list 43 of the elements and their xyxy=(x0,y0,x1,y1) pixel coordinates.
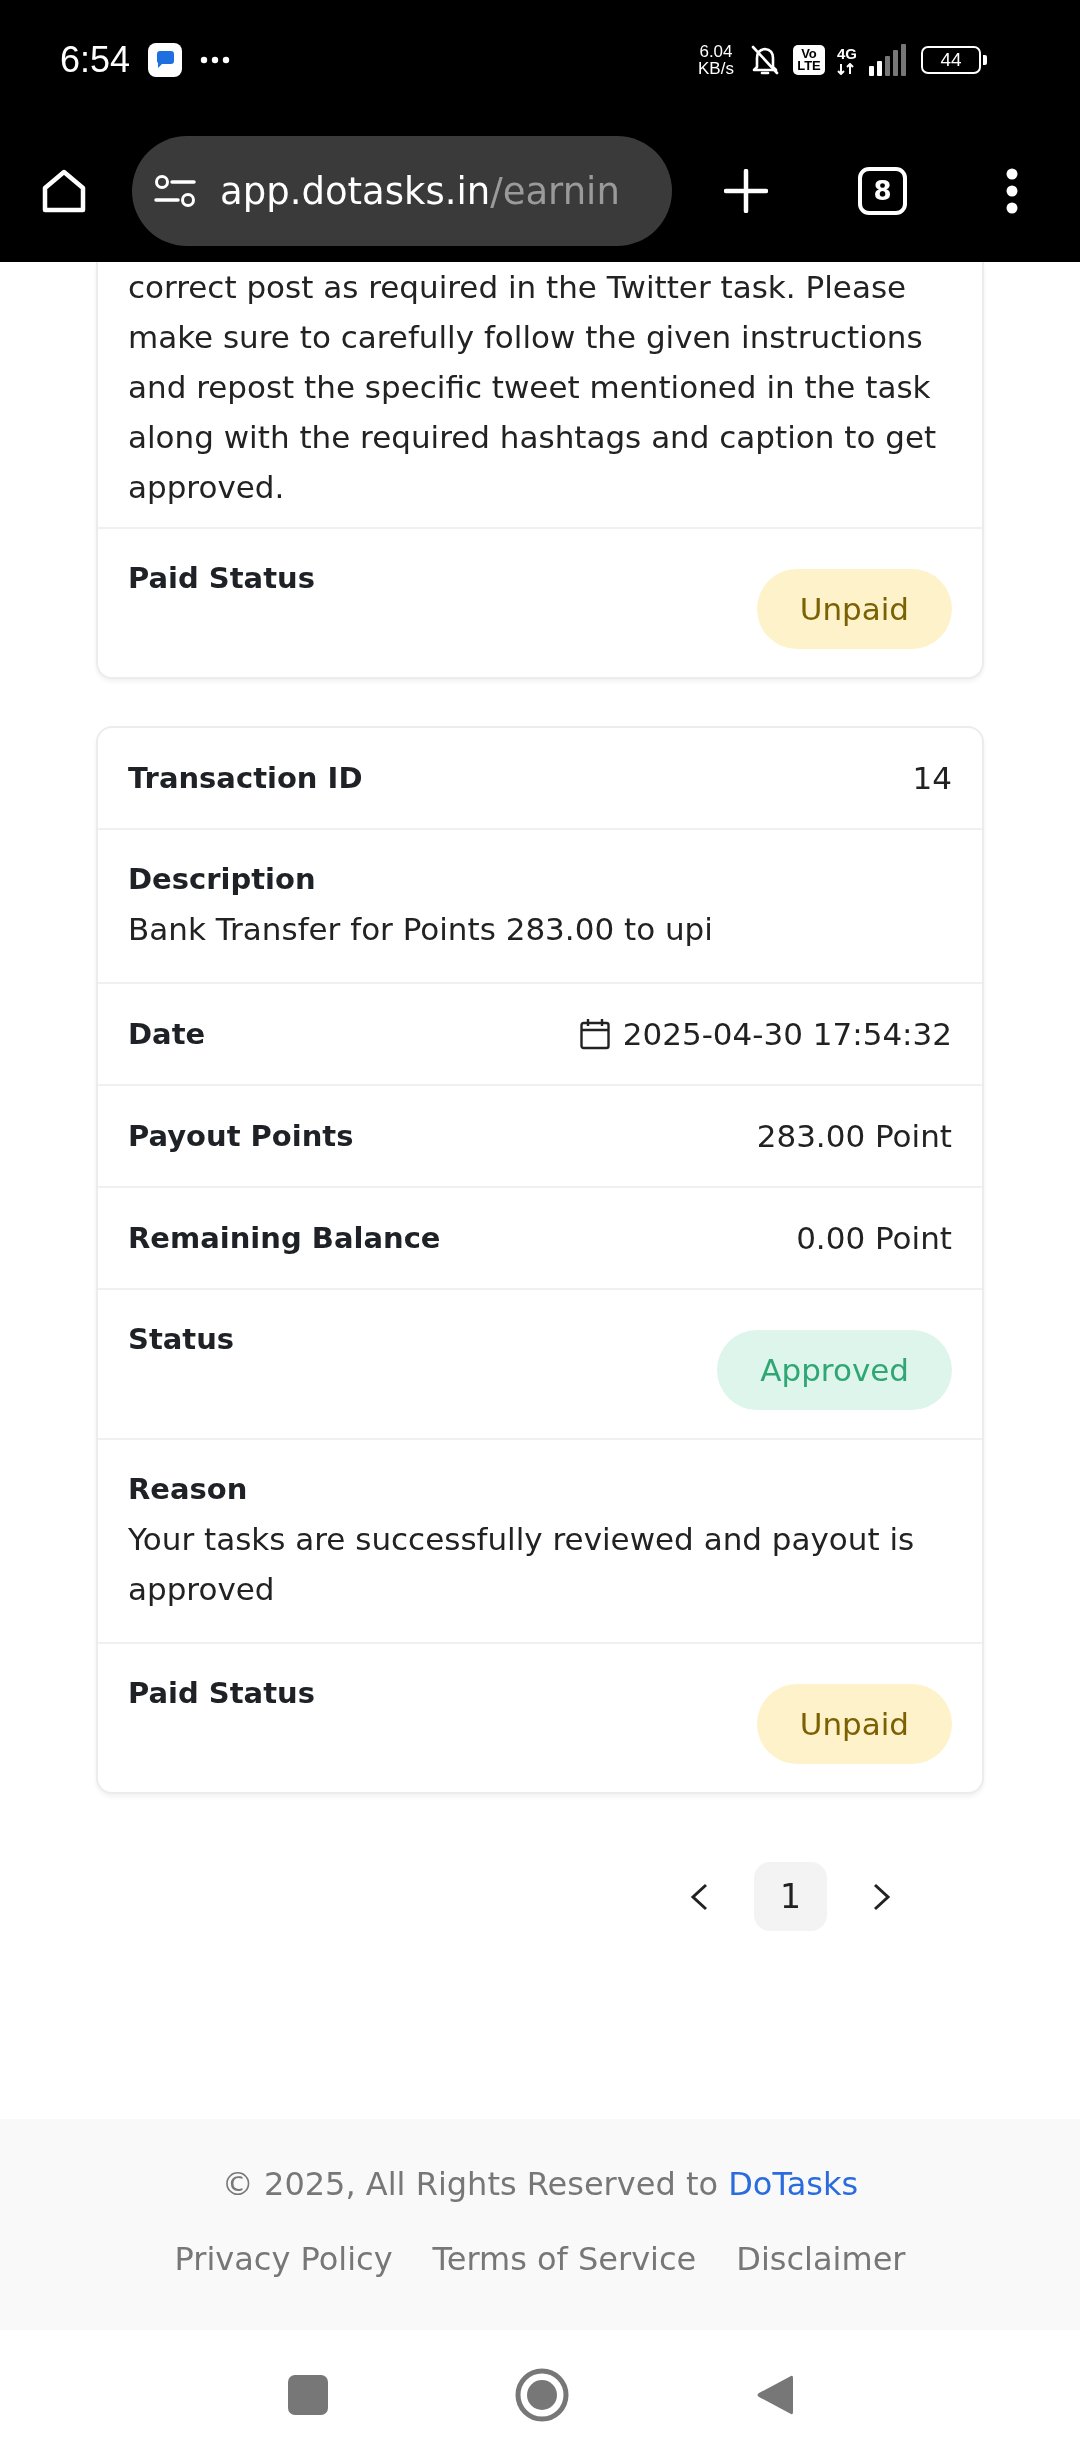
field-label: Paid Status xyxy=(128,560,315,597)
plus-icon[interactable] xyxy=(724,169,768,213)
site-settings-icon[interactable] xyxy=(154,175,196,207)
field-value: 0.00 Point xyxy=(796,1219,952,1257)
field-label: Remaining Balance xyxy=(128,1220,441,1257)
field-value: Bank Transfer for Points 283.00 to upi xyxy=(128,910,714,949)
field-label: Transaction ID xyxy=(128,760,363,797)
ellipsis-icon xyxy=(200,56,231,64)
battery-indicator: 44 xyxy=(921,46,987,74)
field-label: Reason xyxy=(128,1471,249,1508)
bell-slash-icon xyxy=(749,43,781,77)
tab-count-button[interactable]: 8 xyxy=(858,167,907,215)
field-value: Your tasks are successfully reviewed and payout is approved xyxy=(128,1520,916,1609)
signal-icon xyxy=(869,44,909,76)
field-value: 2025-04-30 17:54:32 xyxy=(622,1015,952,1053)
status-badge: Approved xyxy=(717,1330,952,1410)
back-icon[interactable] xyxy=(755,2373,793,2417)
copyright-text: © 2025, All Rights Reserved to DoTasks xyxy=(221,2164,859,2205)
footer-link[interactable]: Disclaimer xyxy=(736,2237,906,2281)
chat-bubble-icon xyxy=(148,43,183,77)
home-icon[interactable] xyxy=(40,167,88,215)
status-badge: Unpaid xyxy=(756,569,952,649)
field-value: correct post as required in the Twitter task. Please make sure to carefully follow the given instructions and repost the specific tweet mentioned in the task along with the required hashtags and caption to get approved. xyxy=(128,268,938,507)
clock-time: 6:54 xyxy=(60,39,131,81)
volte-label: Vo LTE xyxy=(793,45,825,75)
field-label: Payout Points xyxy=(128,1118,354,1155)
network-type: 4G xyxy=(837,45,857,61)
network-speed: 6.04 KB/s xyxy=(697,43,735,77)
field-label: Description xyxy=(128,861,317,898)
data-arrows-icon xyxy=(837,62,855,75)
brand-link[interactable]: DoTasks xyxy=(728,2165,859,2203)
field-label: Paid Status xyxy=(128,1675,315,1712)
address-bar[interactable]: app.dotasks.in/earnin xyxy=(132,136,672,246)
more-options-icon[interactable] xyxy=(1006,168,1018,214)
field-value: 283.00 Point xyxy=(756,1117,952,1155)
field-label: Date xyxy=(128,1016,206,1053)
footer-link[interactable]: Privacy Policy xyxy=(174,2237,393,2281)
status-badge: Unpaid xyxy=(756,1684,952,1764)
recents-icon[interactable] xyxy=(287,2373,328,2417)
footer-link[interactable]: Terms of Service xyxy=(432,2237,697,2281)
field-label: Status xyxy=(128,1321,235,1358)
field-value: 14 xyxy=(912,759,952,797)
calendar-icon xyxy=(579,1018,610,1050)
